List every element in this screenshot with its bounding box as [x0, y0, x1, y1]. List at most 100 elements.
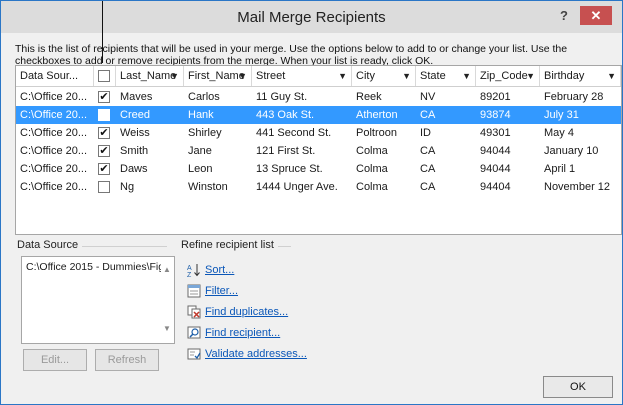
data-source-cell: C:\Office 20...: [20, 181, 88, 193]
column-header-street[interactable]: Street ▼: [252, 66, 352, 86]
include-checkbox[interactable]: ✔: [98, 145, 110, 157]
chevron-down-icon[interactable]: ▼: [402, 66, 411, 86]
svg-text:Z: Z: [187, 272, 192, 277]
scroll-up-icon[interactable]: ▲: [160, 265, 174, 274]
street-cell: 121 First St.: [256, 145, 316, 157]
edit-button[interactable]: Edit...: [23, 349, 87, 371]
filter-icon: [187, 284, 201, 298]
title-bar: Mail Merge Recipients ? ✕: [1, 1, 622, 33]
vertical-scrollbar[interactable]: ▲ ▼: [160, 257, 174, 343]
chevron-down-icon[interactable]: ▼: [170, 66, 179, 86]
find-duplicates-action[interactable]: Find duplicates...: [187, 305, 347, 323]
include-checkbox[interactable]: ✔: [98, 163, 110, 175]
zip-code-cell: 93874: [480, 109, 511, 121]
birthday-cell: February 28: [544, 91, 604, 103]
column-header-state[interactable]: State ▼: [416, 66, 476, 86]
table-row[interactable]: C:\Office 20... ✔ Daws Leon 13 Spruce St…: [16, 160, 621, 178]
data-source-cell: C:\Office 20...: [20, 145, 88, 157]
zip-code-cell: 89201: [480, 91, 511, 103]
find-recipient-link[interactable]: Find recipient...: [205, 327, 280, 339]
street-cell: 441 Second St.: [256, 127, 332, 139]
last-name-cell: Maves: [120, 91, 153, 103]
include-checkbox[interactable]: ✔: [98, 91, 110, 103]
column-header-birthday[interactable]: Birthday ▼: [540, 66, 621, 86]
close-button[interactable]: ✕: [580, 6, 612, 25]
sort-link[interactable]: Sort...: [205, 264, 234, 276]
validate-addresses-action[interactable]: Validate addresses...: [187, 347, 347, 365]
chevron-down-icon[interactable]: ▼: [238, 66, 247, 86]
zip-code-cell: 94404: [480, 181, 511, 193]
data-source-cell: C:\Office 20...: [20, 91, 88, 103]
table-row[interactable]: C:\Office 20... ✔ Smith Jane 121 First S…: [16, 142, 621, 160]
ok-button[interactable]: OK: [543, 376, 613, 398]
sort-action[interactable]: A Z Sort...: [187, 263, 347, 281]
recipient-grid[interactable]: Data Sour... Last_Name ▼ First_Name ▼ Stre…: [15, 65, 622, 235]
sort-icon: A Z: [187, 264, 200, 277]
data-source-item[interactable]: C:\Office 2015 - Dummies\Fig: [26, 261, 161, 273]
find-duplicates-icon: [187, 305, 201, 319]
filter-action[interactable]: Filter...: [187, 284, 347, 302]
state-cell: NV: [420, 91, 436, 103]
city-cell: Colma: [356, 181, 388, 193]
column-header-zip-code[interactable]: Zip_Code ▼: [476, 66, 540, 86]
data-source-cell: C:\Office 20...: [20, 127, 88, 139]
refresh-button[interactable]: Refresh: [95, 349, 159, 371]
zip-code-cell: 49301: [480, 127, 511, 139]
state-cell: CA: [420, 163, 436, 175]
column-header-checkbox[interactable]: [94, 66, 116, 86]
zip-code-cell: 94044: [480, 163, 511, 175]
find-duplicates-link[interactable]: Find duplicates...: [205, 306, 288, 318]
last-name-cell: Ng: [120, 181, 135, 193]
intro-text: This is the list of recipients that will…: [15, 43, 568, 67]
column-header-data-source[interactable]: Data Sour...: [16, 66, 94, 86]
help-button[interactable]: ?: [560, 8, 568, 23]
include-checkbox[interactable]: ✔: [98, 127, 110, 139]
table-row[interactable]: C:\Office 20... ✔ Maves Carlos 11 Guy St…: [16, 88, 621, 106]
state-cell: CA: [420, 181, 436, 193]
table-row[interactable]: C:\Office 20... ✔ Weiss Shirley 441 Seco…: [16, 124, 621, 142]
city-cell: Reek: [356, 91, 382, 103]
city-cell: Poltroon: [356, 127, 397, 139]
data-source-cell: C:\Office 20...: [20, 163, 88, 175]
birthday-cell: January 10: [544, 145, 599, 157]
validate-addresses-link[interactable]: Validate addresses...: [205, 348, 307, 360]
chevron-down-icon[interactable]: ▼: [607, 66, 616, 86]
street-cell: 443 Oak St.: [256, 109, 315, 121]
include-checkbox[interactable]: [98, 181, 110, 193]
data-source-list[interactable]: C:\Office 2015 - Dummies\Fig ▲ ▼: [21, 256, 175, 344]
zip-code-cell: 94044: [480, 145, 511, 157]
column-header-city[interactable]: City ▼: [352, 66, 416, 86]
dialog-title: Mail Merge Recipients: [237, 9, 386, 26]
chevron-down-icon[interactable]: ▼: [526, 66, 535, 86]
grid-header: Data Sour... Last_Name ▼ First_Name ▼ Stre…: [16, 66, 621, 87]
birthday-cell: July 31: [544, 109, 579, 121]
first-name-cell: Winston: [188, 181, 228, 193]
city-cell: Colma: [356, 163, 388, 175]
state-cell: CA: [420, 109, 436, 121]
state-cell: CA: [420, 145, 436, 157]
first-name-cell: Shirley: [188, 127, 222, 139]
find-recipient-action[interactable]: Find recipient...: [187, 326, 347, 344]
first-name-cell: Hank: [188, 109, 214, 121]
chevron-down-icon[interactable]: ▼: [338, 66, 347, 86]
include-checkbox[interactable]: [98, 109, 110, 121]
last-name-cell: Smith: [120, 145, 149, 157]
birthday-cell: May 4: [544, 127, 574, 139]
street-cell: 1444 Unger Ave.: [256, 181, 338, 193]
filter-link[interactable]: Filter...: [205, 285, 238, 297]
table-row[interactable]: C:\Office 20... Ng Winston 1444 Unger Av…: [16, 178, 621, 196]
data-source-label: Data Source: [17, 239, 83, 251]
table-row-selected[interactable]: C:\Office 20... Creed Hank 443 Oak St. A…: [16, 106, 621, 124]
data-source-cell: C:\Office 20...: [20, 109, 88, 121]
street-cell: 11 Guy St.: [256, 91, 308, 103]
column-header-first-name[interactable]: First_Name ▼: [184, 66, 252, 86]
select-all-checkbox[interactable]: [98, 70, 110, 82]
first-name-cell: Leon: [188, 163, 213, 175]
first-name-cell: Carlos: [188, 91, 220, 103]
svg-text:A: A: [187, 265, 192, 272]
state-cell: ID: [420, 127, 431, 139]
city-cell: Atherton: [356, 109, 398, 121]
scroll-down-icon[interactable]: ▼: [160, 324, 174, 333]
column-header-last-name[interactable]: Last_Name ▼: [116, 66, 184, 86]
chevron-down-icon[interactable]: ▼: [462, 66, 471, 86]
